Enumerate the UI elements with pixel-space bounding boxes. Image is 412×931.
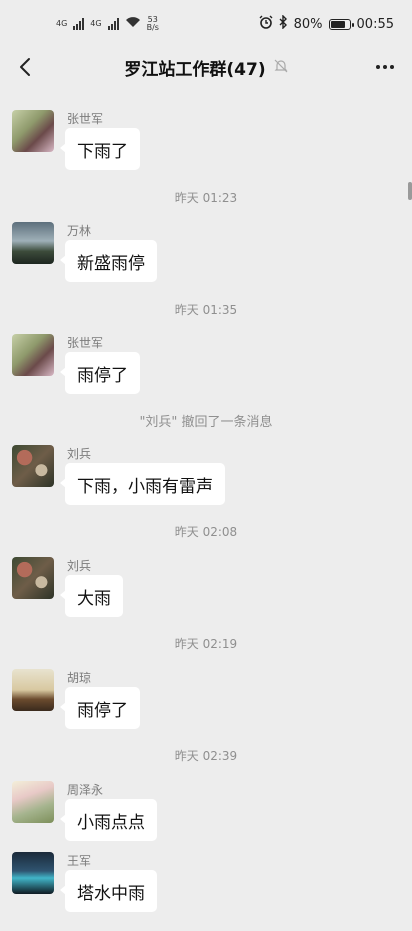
message-bubble[interactable]: 雨停了 xyxy=(60,352,140,394)
avatar[interactable] xyxy=(12,557,54,599)
avatar[interactable] xyxy=(12,852,54,894)
sender-name: 刘兵 xyxy=(67,447,92,461)
sender-name: 周泽永 xyxy=(67,783,104,797)
network-type-2: 4G xyxy=(90,19,102,28)
recall-notice: "刘兵" 撤回了一条消息 xyxy=(139,415,273,430)
message-bubble[interactable]: 新盛雨停 xyxy=(60,240,157,282)
network-type-1: 4G xyxy=(56,19,68,28)
signal-icon xyxy=(73,18,85,30)
chat-header: 罗江站工作群(47) xyxy=(0,48,412,86)
message-bubble[interactable]: 小雨点点 xyxy=(60,799,157,841)
status-right: 80% 00:55 xyxy=(259,14,394,33)
timestamp: 昨天 01:23 xyxy=(174,191,238,205)
sender-name: 胡琼 xyxy=(67,671,92,685)
network-speed: 53 B/s xyxy=(147,16,159,32)
chevron-left-icon xyxy=(20,58,30,76)
message-bubble[interactable]: 塔水中雨 xyxy=(60,870,157,912)
timestamp: 昨天 02:08 xyxy=(174,525,238,539)
timestamp: 昨天 02:19 xyxy=(174,637,238,651)
mute-bell-icon xyxy=(274,58,288,77)
timestamp: 昨天 01:35 xyxy=(174,303,238,317)
battery-level xyxy=(330,20,345,28)
chat-messages[interactable]: 张世军 下雨了 昨天 01:23 万林 新盛雨停 昨天 01:35 张世军 雨停… xyxy=(0,86,412,931)
avatar[interactable] xyxy=(12,110,54,152)
avatar[interactable] xyxy=(12,669,54,711)
network-speed-unit: B/s xyxy=(146,23,159,32)
more-options-button[interactable] xyxy=(372,54,398,80)
sender-name: 刘兵 xyxy=(67,559,92,573)
avatar[interactable] xyxy=(12,334,54,376)
status-bar: 4G 4G 53 B/s 80% 00:55 xyxy=(0,0,412,48)
bluetooth-icon xyxy=(279,14,288,33)
timestamp: 昨天 02:39 xyxy=(174,749,238,763)
sender-name: 王军 xyxy=(67,854,92,868)
alarm-icon xyxy=(259,15,273,33)
title-wrap: 罗江站工作群(47) xyxy=(124,55,288,80)
sender-name: 张世军 xyxy=(67,112,104,126)
battery-percent: 80% xyxy=(293,16,323,32)
message-bubble[interactable]: 大雨 xyxy=(60,575,123,617)
avatar[interactable] xyxy=(12,781,54,823)
avatar[interactable] xyxy=(12,222,54,264)
more-dots-icon xyxy=(376,65,380,69)
sender-name: 张世军 xyxy=(67,336,104,350)
status-time: 00:55 xyxy=(356,16,394,32)
back-button[interactable] xyxy=(12,54,38,80)
avatar[interactable] xyxy=(12,445,54,487)
signal-icon-2 xyxy=(107,18,119,30)
message-bubble[interactable]: 下雨，小雨有雷声 xyxy=(60,463,225,505)
battery-icon xyxy=(328,18,354,30)
wifi-icon xyxy=(125,16,141,32)
sender-name: 万林 xyxy=(67,224,92,238)
status-left: 4G 4G 53 B/s xyxy=(56,16,159,32)
message-bubble[interactable]: 下雨了 xyxy=(60,128,140,170)
message-bubble[interactable]: 雨停了 xyxy=(60,687,140,729)
chat-title: 罗江站工作群(47) xyxy=(124,59,266,80)
